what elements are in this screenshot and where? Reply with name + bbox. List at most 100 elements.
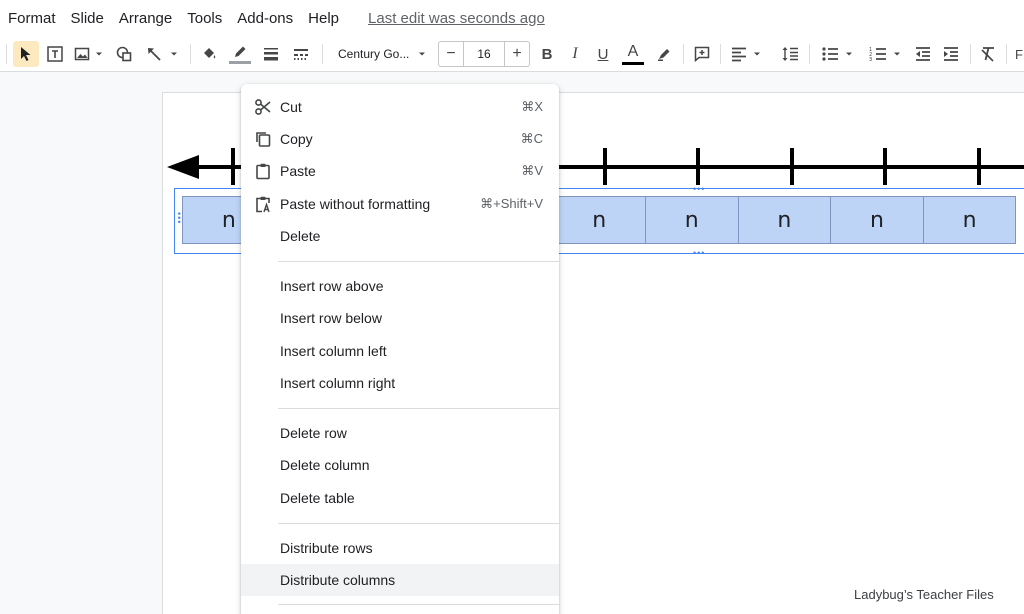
clear-formatting-icon — [981, 47, 994, 62]
shortcut-label: ⌘C — [520, 131, 543, 146]
menu-help[interactable]: Help — [308, 10, 339, 27]
decrease-font-size-button[interactable]: − — [439, 45, 463, 63]
column-resize-handle[interactable]: ••• — [693, 249, 705, 258]
menu-item-label: Distribute rows — [280, 540, 373, 556]
menu-separator — [278, 408, 559, 409]
shortcut-label: ⌘V — [521, 163, 543, 178]
menu-item-distribute-columns[interactable]: Distribute columns — [241, 564, 559, 596]
select-tool-button[interactable] — [13, 41, 39, 67]
increase-font-size-button[interactable]: + — [505, 45, 529, 63]
menu-item-delete-row[interactable]: Delete row — [241, 417, 559, 449]
font-size-input[interactable]: 16 — [463, 42, 505, 66]
align-left-icon — [732, 47, 746, 62]
menu-item-paste[interactable]: Paste ⌘V — [241, 155, 559, 187]
toolbar-separator — [6, 44, 7, 64]
menu-item-copy[interactable]: Copy ⌘C — [241, 123, 559, 155]
border-dash-button[interactable] — [289, 41, 313, 67]
menu-separator — [278, 261, 559, 262]
left-arrowhead — [167, 155, 199, 179]
table-cell[interactable]: n — [552, 196, 646, 244]
menu-item-distribute-rows[interactable]: Distribute rows — [241, 532, 559, 564]
menu-bar: Format Slide Arrange Tools Add-ons Help … — [0, 0, 1024, 36]
insert-comment-button[interactable] — [690, 41, 714, 67]
text-color-swatch — [622, 61, 644, 65]
chevron-down-icon — [171, 52, 177, 56]
border-color-button[interactable] — [228, 41, 252, 67]
menu-item-paste-without-formatting[interactable]: Paste without formatting ⌘+Shift+V — [241, 188, 559, 220]
bold-button[interactable]: B — [536, 41, 558, 67]
svg-text:3: 3 — [869, 57, 872, 62]
column-resize-handle[interactable]: ••• — [693, 185, 705, 194]
toolbar-separator — [1006, 44, 1007, 64]
menu-separator — [278, 604, 559, 605]
highlighter-icon — [658, 49, 670, 61]
menu-item-insert-row-above[interactable]: Insert row above — [241, 270, 559, 302]
menu-item-label: Delete column — [280, 457, 370, 473]
toolbar-overflow-item[interactable]: F — [1015, 47, 1023, 62]
toolbar-separator — [809, 44, 810, 64]
paint-bucket-icon — [204, 48, 216, 59]
menu-item-label: Cut — [280, 99, 302, 115]
menu-item-label: Paste without formatting — [280, 196, 431, 212]
menu-separator — [278, 523, 559, 524]
table-cell[interactable]: n — [644, 196, 739, 244]
border-weight-button[interactable] — [259, 41, 283, 67]
shape-button[interactable] — [112, 41, 136, 67]
menu-item-insert-column-right[interactable]: Insert column right — [241, 367, 559, 399]
menu-item-insert-column-left[interactable]: Insert column left — [241, 335, 559, 367]
toolbar-separator — [322, 44, 323, 64]
font-family-value: Century Go... — [338, 47, 410, 61]
line-weight-icon — [264, 48, 278, 61]
border-color-swatch — [229, 60, 251, 64]
increase-indent-button[interactable] — [939, 41, 963, 67]
menu-item-label: Delete table — [280, 490, 355, 506]
menu-item-cut[interactable]: Cut ⌘X — [241, 91, 559, 123]
line-button[interactable] — [142, 41, 182, 67]
menu-item-label: Insert row below — [280, 310, 382, 326]
toolbar: Century Go... − 16 + B I U A 123 F — [0, 36, 1024, 72]
align-button[interactable] — [726, 41, 766, 67]
numbered-list-button[interactable]: 123 — [864, 41, 906, 67]
menu-item-delete-column[interactable]: Delete column — [241, 449, 559, 481]
menu-format[interactable]: Format — [8, 10, 56, 27]
last-edit-link[interactable]: Last edit was seconds ago — [368, 10, 545, 27]
line-spacing-button[interactable] — [778, 41, 802, 67]
fill-color-button[interactable] — [197, 41, 221, 67]
highlight-color-button[interactable] — [652, 41, 676, 67]
text-color-letter: A — [627, 42, 639, 60]
menu-item-delete[interactable]: Delete — [241, 220, 559, 252]
clear-formatting-button[interactable] — [976, 41, 1000, 67]
add-comment-icon — [694, 46, 710, 63]
menu-item-label: Distribute columns — [280, 572, 396, 588]
context-menu: Cut ⌘X Copy ⌘C Paste ⌘V Paste without fo… — [241, 84, 559, 614]
clipboard-icon — [256, 163, 270, 180]
insert-image-button[interactable] — [72, 41, 106, 67]
decrease-indent-button[interactable] — [911, 41, 935, 67]
menu-item-delete-table[interactable]: Delete table — [241, 482, 559, 514]
menu-tools[interactable]: Tools — [187, 10, 222, 27]
text-box-button[interactable] — [44, 41, 66, 67]
menu-add-ons[interactable]: Add-ons — [237, 10, 293, 27]
table-cell[interactable]: n — [737, 196, 832, 244]
table-cell[interactable]: n — [922, 196, 1017, 244]
italic-button[interactable]: I — [564, 41, 586, 67]
toolbar-separator — [720, 44, 721, 64]
watermark-text: Ladybug’s Teacher Files — [854, 587, 994, 602]
bulleted-list-button[interactable] — [816, 41, 858, 67]
text-color-button[interactable]: A — [620, 41, 646, 67]
table-cell[interactable]: n — [830, 196, 924, 244]
chevron-down-icon — [96, 52, 102, 56]
font-family-select[interactable]: Century Go... — [332, 41, 432, 67]
copy-icon — [256, 132, 271, 147]
scissors-icon — [255, 99, 271, 115]
chevron-down-icon — [893, 52, 900, 56]
menu-item-label: Insert column left — [280, 343, 387, 359]
menu-arrange[interactable]: Arrange — [119, 10, 172, 27]
menu-slide[interactable]: Slide — [71, 10, 104, 27]
underline-button[interactable]: U — [592, 41, 614, 67]
font-size-control: − 16 + — [438, 41, 530, 67]
toolbar-separator — [683, 44, 684, 64]
menu-item-label: Delete — [280, 228, 321, 244]
chevron-down-icon — [845, 52, 852, 56]
menu-item-insert-row-below[interactable]: Insert row below — [241, 302, 559, 334]
